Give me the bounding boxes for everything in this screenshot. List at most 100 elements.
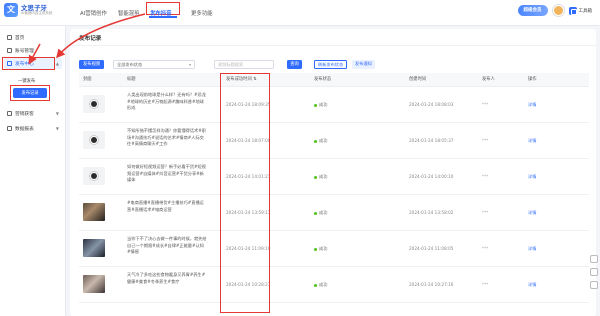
row-detail-link[interactable]: 详情 [528,174,536,180]
row-status: 成功 [314,282,327,288]
sidebar-item-publish-records[interactable]: 发布记录 [13,88,47,98]
logo-icon: 文 [4,3,18,17]
row-detail-link[interactable]: 详情 [528,138,536,144]
row-status-text: 成功 [319,282,328,287]
table-row: #电商直播#直播带货#主播技巧#直播运营#直播话术#电商运营 2024-01-2… [79,195,589,231]
table-row: 如何做好短视频运营？新手必看干货#短视频运营#自媒体#抖音运营#干货分享#新媒体… [79,159,589,195]
vip-badge[interactable]: 超级会员 [517,5,548,16]
publish-center-highlight [2,57,55,70]
sidebar-item-label: 账号管理 [15,48,34,54]
chevron-down-icon: ▼ [55,111,59,116]
row-title: #电商直播#直播带货#主播技巧#直播运营#直播话术#电商运营 [127,200,204,212]
row-status: 成功 [314,210,327,216]
nav-ai-create[interactable]: AI营销创作 [80,0,107,26]
row-created-time: 2024-01-24 10:27:16 [409,282,454,287]
success-dot-icon [314,103,317,107]
chevron-up-icon: ▲ [55,61,59,66]
play-icon [90,172,98,180]
video-cover[interactable] [83,95,105,113]
nav-active-underline [149,16,177,18]
row-detail-link[interactable]: 详情 [528,102,536,108]
row-created-time: 2024-01-24 18:08:03 [409,102,454,107]
table-row: 天气冷了多吃这些食物暖身又养胃#养生#健康#美食#冬季养生#食疗 2024-01… [79,267,589,303]
right-dock [590,255,598,289]
sidebar-item-label: 数据报表 [15,126,34,132]
row-publisher: *** [482,174,489,179]
row-detail-link[interactable]: 详情 [528,210,536,216]
row-title: 如何做好短视频运营？新手必看干货#短视频运营#自媒体#抖音运营#干货分享#新媒体 [127,164,206,183]
row-created-time: 2024-01-24 13:58:02 [409,210,454,215]
nav-more[interactable]: 更多功能 [191,0,213,26]
chevron-down-icon: ▼ [55,126,59,131]
publish-time-column-highlight [220,73,270,313]
main-panel: 发布记录 发布视频 全部发布状态 ▾ 视频标题搜索 查询 刷新发布状态 发布通知… [70,29,596,316]
megaphone-icon [7,111,12,116]
row-publisher: *** [482,210,489,215]
header-actions: 超级会员 工具箱 [517,5,593,16]
divider [70,45,596,46]
row-title: 天气冷了多吃这些食物暖身又养胃#养生#健康#美食#冬季养生#食疗 [127,272,206,284]
top-bar: 文 文思子牙 AI营销内容生成系统 AI营销创作 智能混剪 发布抖音 更多功能 … [0,0,600,26]
refresh-status-button[interactable]: 刷新发布状态 [314,60,348,69]
column-header-status: 发布状态 [314,77,332,82]
table-row: 人类出现前地球是什么样？还有吗？#恐龙#地球的历史#万物起源#趣味科普#地球形成… [79,87,589,123]
records-table: 封面 标题 发布成功时间 ⇅ 发布状态 创建时间 发布人 操作 人类出现前地球是… [79,73,589,316]
feedback-icon[interactable] [590,268,598,276]
nav-smart-edit[interactable]: 智能混剪 [118,0,140,26]
row-created-time: 2024-01-24 18:05:37 [409,138,454,143]
video-cover[interactable] [83,167,105,185]
row-status-text: 成功 [319,174,328,179]
play-icon [90,136,98,144]
column-header-created: 创建时间 [409,77,427,82]
user-icon [7,48,12,53]
row-detail-link[interactable]: 详情 [528,246,536,252]
chart-icon [7,126,12,131]
row-status-text: 成功 [319,246,328,251]
row-created-time: 2024-01-24 11:08:05 [409,246,454,251]
row-title: 当你下不了决心去做一件事的时候，就先给自己一个期限#成长#自律#正能量#认知#情… [127,236,207,255]
column-header-publisher: 发布人 [482,77,495,82]
row-status: 成功 [314,174,327,180]
sidebar: 首页 账号管理 发布中心 ▲ 一键发布 发布记录 营销获客 ▼ 数据报表 ▼ [0,26,66,316]
row-status: 成功 [314,102,327,108]
toolbox-button[interactable]: 工具箱 [568,6,593,15]
video-cover[interactable] [83,203,105,221]
row-publisher: *** [482,246,489,251]
video-cover[interactable] [83,239,105,257]
app-subtitle: AI营销内容生成系统 [21,11,53,15]
row-status: 成功 [314,246,327,252]
row-status-text: 成功 [319,138,328,143]
row-detail-link[interactable]: 详情 [528,282,536,288]
column-header-cover: 封面 [83,77,92,82]
row-status: 成功 [314,138,327,144]
row-title: 不知所措不懂怎样沟通？你要懂得话术#职场#沟通技巧#说话的艺术#情商#人际交往#… [127,128,206,147]
nav-publish[interactable]: 发布抖音 [150,0,172,26]
sidebar-item-marketing[interactable]: 营销获客 ▼ [4,108,62,119]
play-icon [90,100,98,108]
video-cover[interactable] [83,275,105,293]
publish-notice-button[interactable]: 发布通知 [352,60,375,69]
row-created-time: 2024-01-24 14:00:10 [409,174,454,179]
status-select[interactable]: 全部发布状态 ▾ [113,60,195,69]
search-button[interactable]: 查询 [287,60,302,69]
row-publisher: *** [482,102,489,107]
video-cover[interactable] [83,131,105,149]
home-icon [7,35,12,40]
back-to-top-icon[interactable] [590,281,598,289]
search-input[interactable]: 视频标题搜索 [214,60,274,69]
app-logo[interactable]: 文 文思子牙 AI营销内容生成系统 [4,3,52,17]
avatar[interactable] [552,5,564,16]
row-title: 人类出现前地球是什么样？还有吗？#恐龙#地球的历史#万物起源#趣味科普#地球形成 [127,92,206,111]
toolbox-label: 工具箱 [578,8,593,14]
sidebar-item-data-report[interactable]: 数据报表 ▼ [4,123,62,134]
publish-video-button[interactable]: 发布视频 [79,60,105,69]
sidebar-item-account[interactable]: 账号管理 [4,45,62,56]
table-row: 当你下不了决心去做一件事的时候，就先给自己一个期限#成长#自律#正能量#认知#情… [79,231,589,267]
sidebar-item-home[interactable]: 首页 [4,32,62,43]
toolbox-icon [568,6,577,15]
status-select-value: 全部发布状态 [117,62,143,67]
table-row: 不知所措不懂怎样沟通？你要懂得话术#职场#沟通技巧#说话的艺术#情商#人际交往#… [79,123,589,159]
row-status-text: 成功 [319,102,328,107]
support-icon[interactable] [590,255,598,263]
success-dot-icon [314,247,317,251]
